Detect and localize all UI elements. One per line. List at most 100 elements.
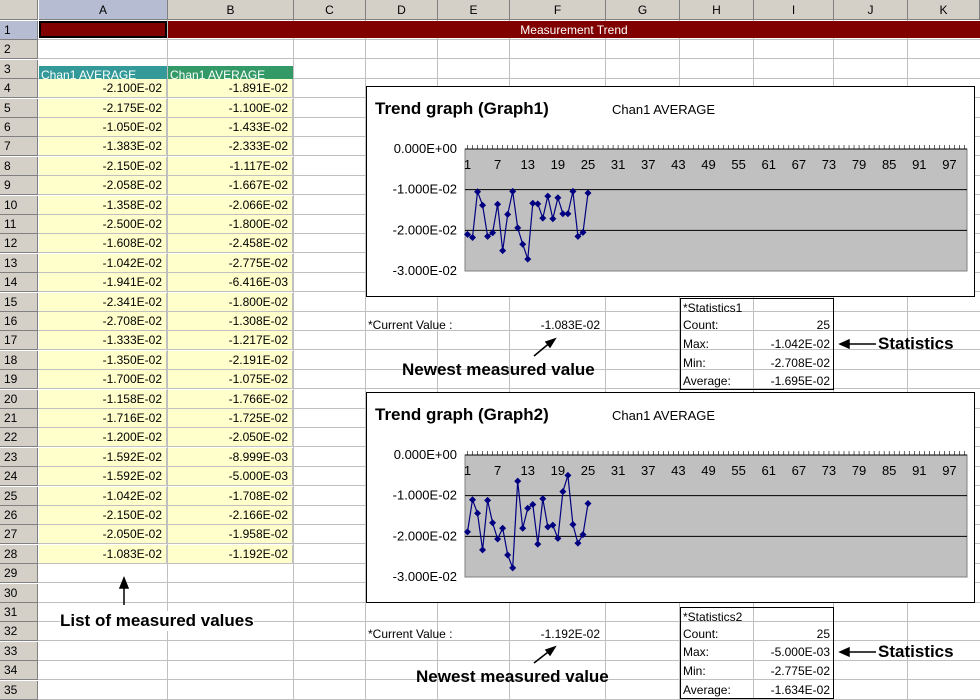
- trend-graph-1[interactable]: Trend graph (Graph1) Chan1 AVERAGE 0.000…: [366, 86, 975, 297]
- row-header-31[interactable]: 31: [0, 603, 38, 622]
- row-header-29[interactable]: 29: [0, 564, 38, 584]
- stats-avg-label-2[interactable]: Average:: [683, 681, 731, 698]
- cell-b4[interactable]: -1.891E-02: [168, 79, 293, 99]
- row-header-22[interactable]: 22: [0, 428, 38, 448]
- row-header-13[interactable]: 13: [0, 253, 38, 273]
- current-value-label-2[interactable]: *Current Value :: [368, 625, 453, 642]
- cell-b13[interactable]: -2.775E-02: [168, 253, 293, 273]
- row-header-33[interactable]: 33: [0, 641, 38, 661]
- stats-max-label-2[interactable]: Max:: [683, 643, 709, 660]
- row-header-15[interactable]: 15: [0, 292, 38, 312]
- row-header-1[interactable]: 1: [0, 21, 38, 40]
- row-header-10[interactable]: 10: [0, 195, 38, 215]
- cell-b11[interactable]: -1.800E-02: [168, 215, 293, 234]
- row-header-14[interactable]: 14: [0, 273, 38, 293]
- cell-a11[interactable]: -2.500E-02: [39, 215, 167, 234]
- row-header-20[interactable]: 20: [0, 389, 38, 409]
- cell-a6[interactable]: -1.050E-02: [39, 118, 167, 137]
- row-header-17[interactable]: 17: [0, 331, 38, 351]
- stats-heading-1[interactable]: *Statistics1: [683, 299, 742, 316]
- cell-a19[interactable]: -1.700E-02: [39, 370, 167, 390]
- cell-b6[interactable]: -1.433E-02: [168, 118, 293, 137]
- stats-max-1[interactable]: -1.042E-02: [754, 335, 834, 352]
- row-header-9[interactable]: 9: [0, 176, 38, 196]
- stats-avg-label-1[interactable]: Average:: [683, 372, 731, 389]
- cell-b24[interactable]: -5.000E-03: [168, 467, 293, 487]
- cell-a8[interactable]: -2.150E-02: [39, 156, 167, 176]
- cell-b19[interactable]: -1.075E-02: [168, 370, 293, 390]
- row-header-30[interactable]: 30: [0, 583, 38, 603]
- cell-b26[interactable]: -2.166E-02: [168, 506, 293, 525]
- cell-a24[interactable]: -1.592E-02: [39, 467, 167, 487]
- cell-a26[interactable]: -2.150E-02: [39, 506, 167, 525]
- cell-a23[interactable]: -1.592E-02: [39, 447, 167, 467]
- trend-graph-2[interactable]: Trend graph (Graph2) Chan1 AVERAGE 0.000…: [366, 392, 975, 603]
- cell-b9[interactable]: -1.667E-02: [168, 176, 293, 196]
- row-header-16[interactable]: 16: [0, 312, 38, 331]
- row-header-34[interactable]: 34: [0, 661, 38, 681]
- stats-max-label-1[interactable]: Max:: [683, 335, 709, 352]
- cell-a10[interactable]: -1.358E-02: [39, 195, 167, 215]
- row-header-2[interactable]: 2: [0, 40, 38, 60]
- cell-a22[interactable]: -1.200E-02: [39, 428, 167, 448]
- column-header-e[interactable]: E: [438, 0, 510, 20]
- stats-count-label-1[interactable]: Count:: [683, 316, 718, 333]
- cell-b7[interactable]: -2.333E-02: [168, 137, 293, 157]
- row-header-4[interactable]: 4: [0, 79, 38, 99]
- cell-b17[interactable]: -1.217E-02: [168, 331, 293, 351]
- row-header-35[interactable]: 35: [0, 680, 38, 700]
- cell-b16[interactable]: -1.308E-02: [168, 312, 293, 331]
- stats-min-label-1[interactable]: Min:: [683, 354, 706, 371]
- cell-a15[interactable]: -2.341E-02: [39, 292, 167, 312]
- cell-a13[interactable]: -1.042E-02: [39, 253, 167, 273]
- cell-a28[interactable]: -1.083E-02: [39, 544, 167, 564]
- cell-a21[interactable]: -1.716E-02: [39, 409, 167, 428]
- cell-a1[interactable]: [39, 21, 167, 38]
- cell-b28[interactable]: -1.192E-02: [168, 544, 293, 564]
- row-header-28[interactable]: 28: [0, 544, 38, 564]
- row-header-27[interactable]: 27: [0, 525, 38, 545]
- cell-b27[interactable]: -1.958E-02: [168, 525, 293, 545]
- cell-a7[interactable]: -1.383E-02: [39, 137, 167, 157]
- stats-min-2[interactable]: -2.775E-02: [754, 662, 834, 679]
- cell-a17[interactable]: -1.333E-02: [39, 331, 167, 351]
- cell-b15[interactable]: -1.800E-02: [168, 292, 293, 312]
- stats-max-2[interactable]: -5.000E-03: [754, 643, 834, 660]
- current-value-label-1[interactable]: *Current Value :: [368, 316, 453, 333]
- cell-b20[interactable]: -1.766E-02: [168, 389, 293, 409]
- stats-count-2[interactable]: 25: [754, 625, 834, 642]
- column-header-a[interactable]: A: [39, 0, 168, 20]
- stats-min-label-2[interactable]: Min:: [683, 662, 706, 679]
- cell-b12[interactable]: -2.458E-02: [168, 234, 293, 254]
- column-header-d[interactable]: D: [366, 0, 438, 20]
- column-header-c[interactable]: C: [294, 0, 366, 20]
- row-header-21[interactable]: 21: [0, 409, 38, 428]
- column-header-j[interactable]: J: [834, 0, 908, 20]
- stats-min-1[interactable]: -2.708E-02: [754, 354, 834, 371]
- stats-count-label-2[interactable]: Count:: [683, 625, 718, 642]
- cell-b23[interactable]: -8.999E-03: [168, 447, 293, 467]
- row-header-6[interactable]: 6: [0, 118, 38, 137]
- row-header-12[interactable]: 12: [0, 234, 38, 254]
- cell-b21[interactable]: -1.725E-02: [168, 409, 293, 428]
- row-header-19[interactable]: 19: [0, 370, 38, 390]
- column-header-i[interactable]: I: [754, 0, 834, 20]
- row-header-23[interactable]: 23: [0, 447, 38, 467]
- cell-b5[interactable]: -1.100E-02: [168, 98, 293, 118]
- cell-b18[interactable]: -2.191E-02: [168, 350, 293, 370]
- column-header-h[interactable]: H: [680, 0, 754, 20]
- cell-b14[interactable]: -6.416E-03: [168, 273, 293, 293]
- row-header-32[interactable]: 32: [0, 622, 38, 642]
- cell-a25[interactable]: -1.042E-02: [39, 486, 167, 506]
- cell-b10[interactable]: -2.066E-02: [168, 195, 293, 215]
- cell-b22[interactable]: -2.050E-02: [168, 428, 293, 448]
- row-header-3[interactable]: 3: [0, 59, 38, 79]
- stats-count-1[interactable]: 25: [754, 316, 834, 333]
- row-header-24[interactable]: 24: [0, 467, 38, 487]
- cell-a4[interactable]: -2.100E-02: [39, 79, 167, 99]
- column-header-k[interactable]: K: [908, 0, 980, 20]
- cell-b8[interactable]: -1.117E-02: [168, 156, 293, 176]
- row-header-8[interactable]: 8: [0, 156, 38, 176]
- row-header-26[interactable]: 26: [0, 506, 38, 525]
- select-all-corner[interactable]: [0, 0, 38, 20]
